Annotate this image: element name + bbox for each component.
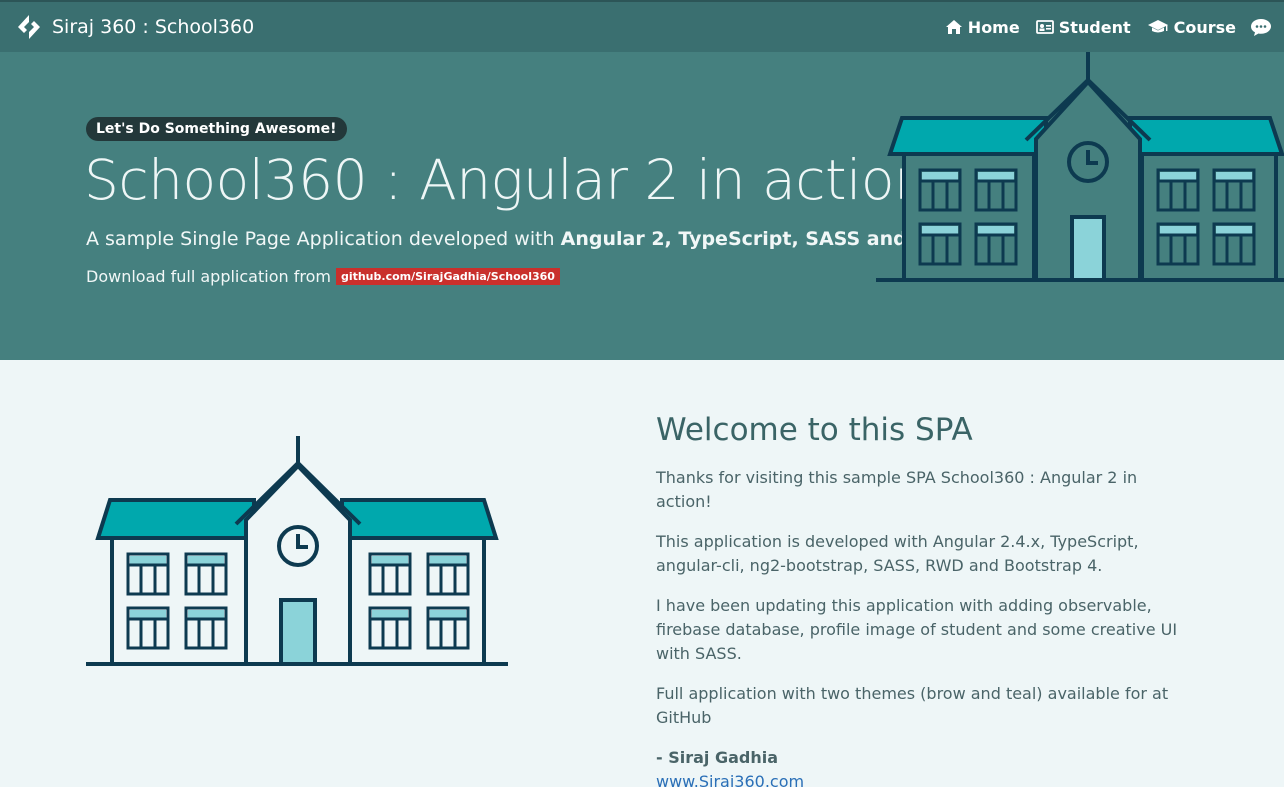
welcome-section: Welcome to this SPA Thanks for visiting …	[656, 412, 1196, 787]
hero-download: Download full application from github.co…	[86, 267, 560, 286]
welcome-paragraph-1: Thanks for visiting this sample SPA Scho…	[656, 468, 1138, 511]
hero-title: School360 : Angular 2 in action!	[84, 148, 950, 212]
welcome-paragraph-4: Full application with two themes (brow a…	[656, 684, 1169, 727]
hero-badge: Let's Do Something Awesome!	[86, 117, 347, 141]
github-link[interactable]: github.com/SirajGadhia/School360	[335, 268, 560, 285]
school-building-illustration	[876, 52, 1284, 282]
welcome-paragraph-2: This application is developed with Angul…	[656, 532, 1139, 575]
author-signature: - Siraj Gadhia	[656, 748, 779, 767]
brand-title: Siraj 360 : School360	[52, 16, 255, 38]
home-icon	[945, 20, 962, 34]
nav-course-label: Course	[1173, 17, 1236, 37]
hero-subtitle-prefix: A sample Single Page Application develop…	[86, 228, 561, 250]
graduation-cap-icon	[1147, 20, 1168, 33]
hero-download-text: Download full application from	[86, 267, 331, 286]
nav-student[interactable]: Student	[1035, 17, 1131, 37]
nav-course[interactable]: Course	[1147, 18, 1236, 37]
navbar: Siraj 360 : School360 Home Student Cours…	[0, 0, 1284, 52]
welcome-heading: Welcome to this SPA	[656, 412, 973, 448]
nav-student-label: Student	[1058, 17, 1131, 37]
main-content: Welcome to this SPA Thanks for visiting …	[0, 360, 1284, 787]
id-card-icon	[1035, 20, 1054, 34]
hero-banner: Let's Do Something Awesome! School360 : …	[0, 52, 1284, 360]
brand-link[interactable]: Siraj 360 : School360	[16, 2, 254, 52]
nav-home[interactable]: Home	[945, 18, 1020, 37]
main-nav: Home Student Course	[929, 2, 1272, 52]
school-building-illustration-large	[86, 436, 508, 666]
welcome-paragraph-3: I have been updating this application wi…	[656, 596, 1178, 663]
nav-home-label: Home	[967, 17, 1020, 37]
chat-bubble-icon[interactable]	[1250, 17, 1272, 37]
brand-diamond-icon	[18, 15, 40, 39]
website-link[interactable]: www.Siraj360.com	[656, 772, 804, 787]
